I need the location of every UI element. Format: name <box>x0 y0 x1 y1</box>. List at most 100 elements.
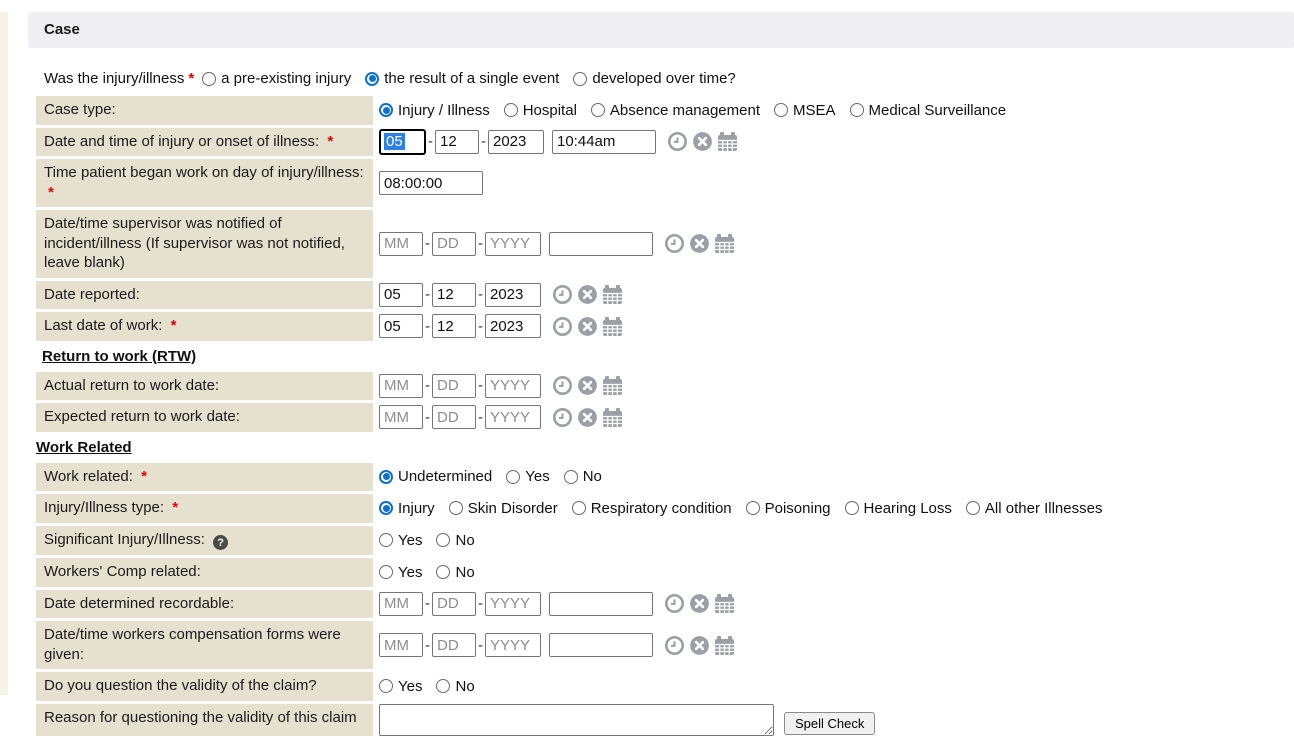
year-input[interactable] <box>485 314 541 338</box>
year-input[interactable] <box>485 283 541 307</box>
month-input[interactable] <box>379 405 423 429</box>
radio-hearing-loss[interactable]: Hearing Loss <box>845 500 952 517</box>
radio-icon[interactable] <box>436 679 450 693</box>
calendar-icon[interactable] <box>714 233 735 254</box>
radio-icon[interactable] <box>774 103 788 117</box>
day-input[interactable] <box>432 633 476 657</box>
clear-icon[interactable] <box>689 635 710 656</box>
time-input[interactable] <box>552 130 656 154</box>
clear-icon[interactable] <box>577 407 598 428</box>
radio-icon[interactable] <box>436 565 450 579</box>
radio-significant-no[interactable]: No <box>436 532 474 549</box>
radio-workers-comp-no[interactable]: No <box>436 564 474 581</box>
radio-selected-icon[interactable] <box>379 103 393 117</box>
month-input-focused[interactable]: 05 <box>379 129 426 155</box>
day-input[interactable] <box>432 283 476 307</box>
calendar-icon[interactable] <box>602 284 623 305</box>
radio-pre-existing-injury[interactable]: a pre-existing injury <box>202 70 351 87</box>
day-input[interactable] <box>432 314 476 338</box>
radio-icon[interactable] <box>379 565 393 579</box>
day-input[interactable] <box>432 232 476 256</box>
radio-icon[interactable] <box>379 679 393 693</box>
clear-icon[interactable] <box>689 233 710 254</box>
spell-check-button[interactable]: Spell Check <box>784 712 875 735</box>
clock-icon[interactable] <box>552 284 573 305</box>
time-began-input[interactable] <box>379 171 483 195</box>
year-input[interactable] <box>485 232 541 256</box>
clock-icon[interactable] <box>552 316 573 337</box>
radio-hospital[interactable]: Hospital <box>504 102 577 119</box>
calendar-icon[interactable] <box>714 593 735 614</box>
clear-icon[interactable] <box>577 284 598 305</box>
radio-icon[interactable] <box>564 470 578 484</box>
year-input[interactable] <box>485 592 541 616</box>
radio-work-related-yes[interactable]: Yes <box>506 468 549 485</box>
radio-medical-surveillance[interactable]: Medical Surveillance <box>850 102 1007 119</box>
month-input[interactable] <box>379 283 423 307</box>
clock-icon[interactable] <box>664 593 685 614</box>
calendar-icon[interactable] <box>714 635 735 656</box>
radio-validity-yes[interactable]: Yes <box>379 678 422 695</box>
day-input[interactable] <box>432 592 476 616</box>
year-input[interactable] <box>485 633 541 657</box>
radio-significant-yes[interactable]: Yes <box>379 532 422 549</box>
radio-icon[interactable] <box>966 501 980 515</box>
radio-icon[interactable] <box>506 470 520 484</box>
radio-all-other-illnesses[interactable]: All other Illnesses <box>966 500 1103 517</box>
radio-icon[interactable] <box>449 501 463 515</box>
calendar-icon[interactable] <box>717 131 738 152</box>
month-input[interactable] <box>379 633 423 657</box>
radio-selected-icon[interactable] <box>365 72 379 86</box>
radio-selected-icon[interactable] <box>379 470 393 484</box>
clock-icon[interactable] <box>552 375 573 396</box>
radio-icon[interactable] <box>845 501 859 515</box>
radio-icon[interactable] <box>572 501 586 515</box>
calendar-icon[interactable] <box>602 375 623 396</box>
radio-work-related-no[interactable]: No <box>564 468 602 485</box>
radio-icon[interactable] <box>436 533 450 547</box>
radio-poisoning[interactable]: Poisoning <box>746 500 831 517</box>
radio-single-event[interactable]: the result of a single event <box>365 70 559 87</box>
clear-icon[interactable] <box>577 375 598 396</box>
month-input[interactable] <box>379 314 423 338</box>
clear-icon[interactable] <box>692 131 713 152</box>
month-input[interactable] <box>379 374 423 398</box>
day-input[interactable] <box>435 130 479 154</box>
year-input[interactable] <box>485 405 541 429</box>
year-input[interactable] <box>485 374 541 398</box>
radio-injury-illness[interactable]: Injury / Illness <box>379 102 490 119</box>
clear-icon[interactable] <box>689 593 710 614</box>
radio-selected-icon[interactable] <box>379 501 393 515</box>
month-input[interactable] <box>379 592 423 616</box>
month-input[interactable] <box>379 232 423 256</box>
day-input[interactable] <box>432 405 476 429</box>
radio-respiratory-condition[interactable]: Respiratory condition <box>572 500 732 517</box>
clock-icon[interactable] <box>552 407 573 428</box>
time-input[interactable] <box>549 592 653 616</box>
radio-undetermined[interactable]: Undetermined <box>379 468 492 485</box>
calendar-icon[interactable] <box>602 407 623 428</box>
time-input[interactable] <box>549 232 653 256</box>
help-icon[interactable]: ? <box>213 535 228 550</box>
radio-msea[interactable]: MSEA <box>774 102 836 119</box>
calendar-icon[interactable] <box>602 316 623 337</box>
radio-icon[interactable] <box>379 533 393 547</box>
radio-injury[interactable]: Injury <box>379 500 435 517</box>
radio-developed-over-time[interactable]: developed over time? <box>573 70 735 87</box>
radio-icon[interactable] <box>202 72 216 86</box>
radio-icon[interactable] <box>504 103 518 117</box>
clock-icon[interactable] <box>664 635 685 656</box>
radio-icon[interactable] <box>591 103 605 117</box>
clock-icon[interactable] <box>667 131 688 152</box>
radio-validity-no[interactable]: No <box>436 678 474 695</box>
radio-absence-management[interactable]: Absence management <box>591 102 760 119</box>
radio-skin-disorder[interactable]: Skin Disorder <box>449 500 558 517</box>
radio-icon[interactable] <box>573 72 587 86</box>
radio-icon[interactable] <box>850 103 864 117</box>
time-input[interactable] <box>549 633 653 657</box>
clock-icon[interactable] <box>664 233 685 254</box>
radio-workers-comp-yes[interactable]: Yes <box>379 564 422 581</box>
day-input[interactable] <box>432 374 476 398</box>
validity-reason-textarea[interactable] <box>379 704 774 736</box>
radio-icon[interactable] <box>746 501 760 515</box>
